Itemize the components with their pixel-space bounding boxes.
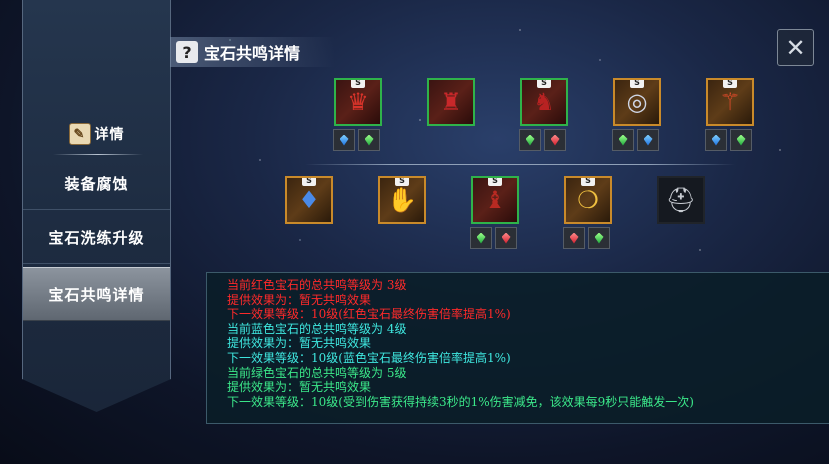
blue-gem-icon[interactable] — [637, 129, 659, 151]
item-frame: S ⚚ — [706, 78, 754, 126]
sidebar-item-label: 详情 — [94, 127, 125, 143]
gem-sockets — [519, 129, 568, 151]
green-resonance-level: 当前绿色宝石的总共鸣等级为 5级 — [227, 365, 407, 380]
rank-badge: S — [723, 80, 737, 88]
gem-sockets — [470, 227, 519, 249]
rank-badge: S — [395, 178, 409, 186]
sidebar-item-gem-resonance[interactable]: 宝石共鸣详情 — [23, 267, 170, 321]
tab-underline — [53, 154, 143, 155]
sidebar-item-equipment-corrosion[interactable]: 装备腐蚀 — [23, 157, 170, 210]
item-frame: ♜ — [427, 78, 475, 126]
necklace-icon: ♦ — [298, 186, 320, 214]
close-button[interactable]: ✕ — [777, 29, 814, 66]
green-resonance-effect: 提供效果为：暂无共鸣效果 — [227, 380, 372, 395]
red-resonance-effect: 提供效果为：暂无共鸣效果 — [227, 292, 372, 307]
red-helmet-icon: ♛ — [347, 88, 369, 116]
item-frame: S ♛ — [334, 78, 382, 126]
rank-badge: S — [488, 178, 502, 186]
equipment-slot-robe[interactable]: S ♞ — [519, 78, 568, 151]
equipment-slot-ring[interactable]: S ◎ — [612, 78, 661, 151]
red-boots-icon: ♝ — [484, 186, 506, 214]
red-resonance-level: 当前红色宝石的总共鸣等级为 3级 — [227, 278, 407, 292]
page-title: 宝石共鸣详情 — [204, 44, 301, 63]
sidebar-item-details[interactable]: ✎ 详情 — [23, 108, 170, 160]
rank-badge: S — [581, 178, 595, 186]
item-frame: S ◎ — [613, 78, 661, 126]
rank-badge: S — [351, 80, 365, 88]
panel-header: ? 宝石共鸣详情 — [170, 37, 335, 67]
green-gem-icon[interactable] — [470, 227, 492, 249]
locked-helmet-icon: ⛑ — [665, 186, 697, 214]
scepter-icon: ⚚ — [719, 88, 741, 116]
sidebar-item-label: 宝石洗练升级 — [48, 228, 145, 247]
red-robe-icon: ♞ — [533, 88, 555, 116]
item-frame: S ♞ — [520, 78, 568, 126]
red-armor-icon: ♜ — [440, 88, 462, 116]
green-gem-icon[interactable] — [519, 129, 541, 151]
gem-sockets — [705, 129, 754, 151]
rank-badge: S — [630, 80, 644, 88]
equipment-slot-necklace[interactable]: S ♦ — [285, 176, 333, 224]
gem-sockets — [612, 129, 661, 151]
item-frame: S ♦ — [285, 176, 333, 224]
blue-resonance-next: 下一效果等级：10级(蓝色宝石最终伤害倍率提高1%) — [227, 350, 511, 365]
sidebar-item-gem-refine[interactable]: 宝石洗练升级 — [23, 211, 170, 264]
blue-gem-icon[interactable] — [705, 129, 727, 151]
sidebar-item-label: 宝石共鸣详情 — [48, 285, 145, 304]
equipment-slot-locked[interactable]: ⛑ — [657, 176, 705, 224]
item-frame: S ❍ — [564, 176, 612, 224]
gem-sockets — [563, 227, 612, 249]
equipment-slot-helmet[interactable]: S ♛ — [333, 78, 382, 151]
gold-ring-icon: ❍ — [577, 186, 599, 214]
red-gem-icon[interactable] — [495, 227, 517, 249]
green-resonance-next: 下一效果等级：10级(受到伤害获得持续3秒的1%伤害减免，该效果每9秒只能触发一… — [227, 394, 694, 409]
red-gem-icon[interactable] — [544, 129, 566, 151]
item-frame: S ✋ — [378, 176, 426, 224]
sidebar-item-label: 装备腐蚀 — [64, 174, 129, 193]
item-frame: S ♝ — [471, 176, 519, 224]
blue-resonance-level: 当前蓝色宝石的总共鸣等级为 4级 — [227, 321, 407, 336]
rank-badge: S — [537, 80, 551, 88]
sidebar-panel: ✎ 详情 装备腐蚀 宝石洗练升级 宝石共鸣详情 — [22, 0, 171, 412]
scroll-icon: ✎ — [68, 123, 91, 145]
rank-badge: S — [302, 178, 316, 186]
equipment-slot-weapon[interactable]: S ⚚ — [705, 78, 754, 151]
red-resonance-next: 下一效果等级：10级(红色宝石最终伤害倍率提高1%) — [227, 307, 511, 322]
help-icon[interactable]: ? — [176, 41, 198, 63]
equipment-slot-gauntlet[interactable]: S ✋ — [378, 176, 426, 224]
red-gem-icon[interactable] — [563, 227, 585, 249]
equipment-slot-armor[interactable]: ♜ — [427, 78, 475, 126]
gauntlet-icon: ✋ — [387, 186, 417, 214]
green-gem-icon[interactable] — [612, 129, 634, 151]
blue-resonance-effect: 提供效果为：暂无共鸣效果 — [227, 336, 372, 351]
resonance-info-box: 当前红色宝石的总共鸣等级为 3级 提供效果为：暂无共鸣效果 下一效果等级：10级… — [206, 272, 829, 424]
silver-ring-icon: ◎ — [626, 88, 648, 116]
green-gem-icon[interactable] — [588, 227, 610, 249]
equipment-slot-gold-ring[interactable]: S ❍ — [563, 176, 612, 249]
blue-gem-icon[interactable] — [333, 129, 355, 151]
gem-sockets — [333, 129, 382, 151]
green-gem-icon[interactable] — [358, 129, 380, 151]
item-frame: ⛑ — [657, 176, 705, 224]
row-divider — [305, 164, 735, 165]
equipment-slot-boots[interactable]: S ♝ — [470, 176, 519, 249]
close-icon: ✕ — [785, 33, 806, 62]
green-gem-icon[interactable] — [730, 129, 752, 151]
